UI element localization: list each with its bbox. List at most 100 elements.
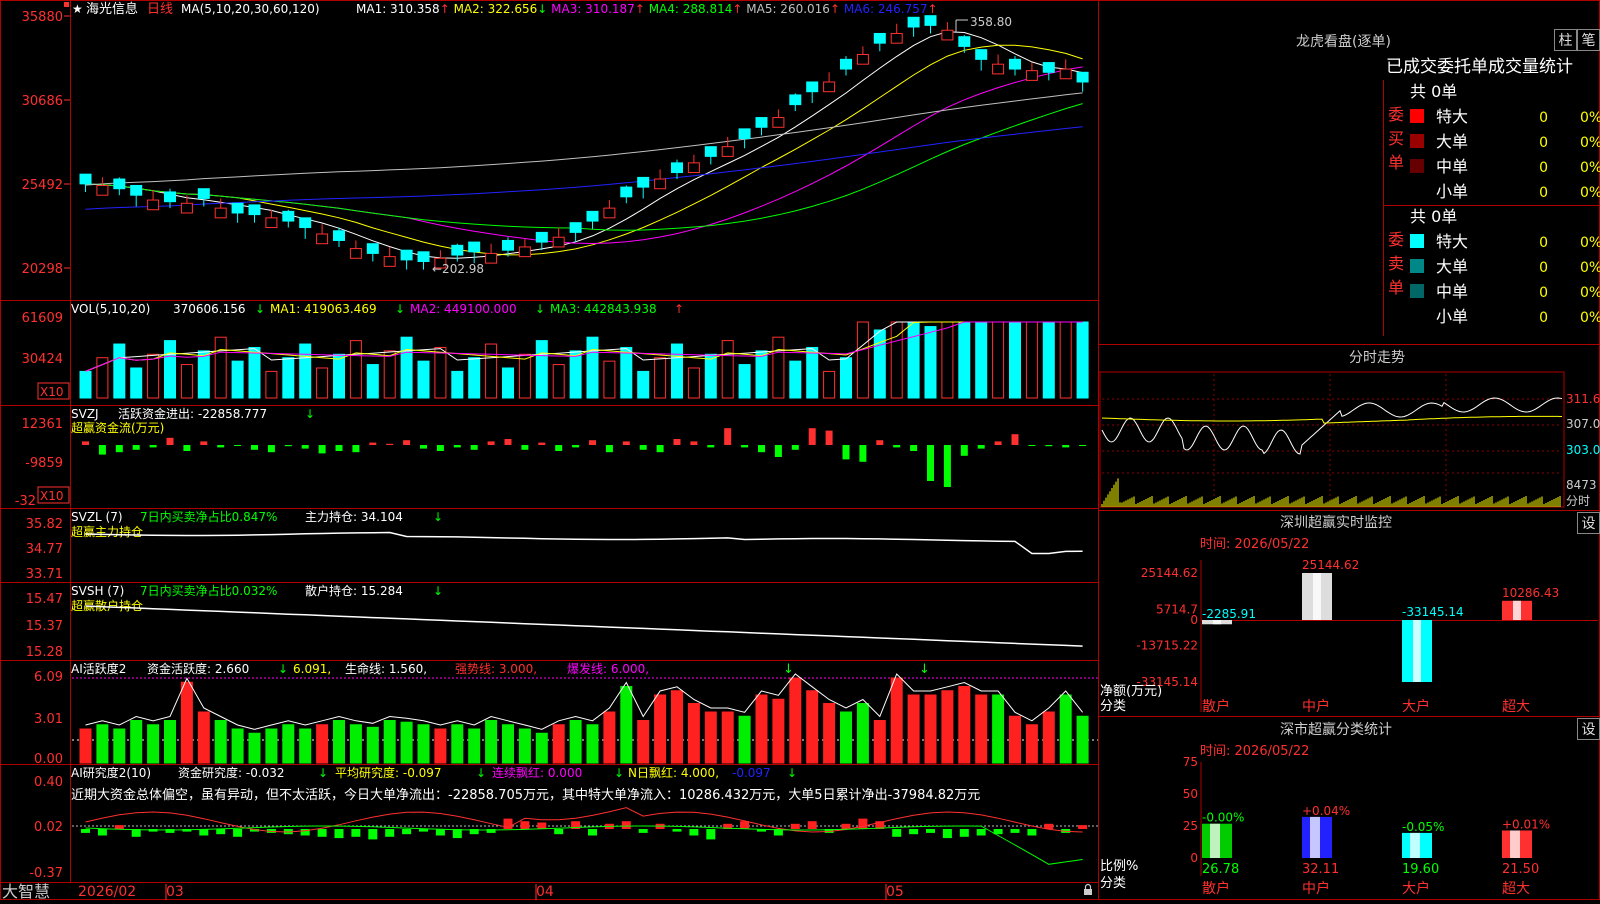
activity-bar bbox=[873, 720, 886, 764]
activity-bar bbox=[907, 694, 920, 764]
flow-bar bbox=[251, 445, 258, 450]
volume-bar bbox=[434, 346, 447, 399]
svzj-unit: X10 bbox=[37, 486, 70, 504]
monitor-value-label: 10286.43 bbox=[1502, 586, 1559, 600]
candle-body bbox=[113, 178, 126, 190]
svg-text:0%: 0% bbox=[1580, 135, 1600, 151]
svg-text:中单: 中单 bbox=[1436, 157, 1468, 176]
chart-svg[interactable]: ★ 海光信息 日线 MA(5,10,20,30,60,120) MA1: 310… bbox=[0, 0, 1600, 901]
vol-y-axis: 61609 30424 bbox=[22, 311, 63, 367]
candle-body bbox=[637, 176, 650, 188]
research-bar bbox=[909, 829, 919, 835]
candle-body bbox=[383, 256, 396, 267]
svg-text:0%: 0% bbox=[1580, 310, 1600, 326]
order-color-swatch bbox=[1410, 184, 1424, 198]
svzj-header: SVZJ 活跃资金进出: -22858.777 ↓ 超赢资金流(万元) bbox=[71, 406, 315, 435]
svzj-sub: 超赢资金流(万元) bbox=[71, 420, 164, 435]
flow-bar bbox=[876, 440, 884, 445]
high-label: 358.80 bbox=[970, 15, 1012, 29]
research-bar bbox=[351, 829, 361, 837]
volume-bar bbox=[637, 370, 650, 399]
y-tick: 61609 bbox=[22, 311, 63, 326]
flow-bar bbox=[82, 441, 89, 445]
activity-bar bbox=[1076, 715, 1089, 764]
candle-body bbox=[654, 178, 667, 190]
research-bar bbox=[1078, 825, 1088, 829]
activity-bar bbox=[299, 728, 312, 764]
ma-line bbox=[85, 126, 1083, 210]
sz-class-panel: 深市超赢分类统计 时间: 2026/05/22 75 50 25 0 -0.00% 26… bbox=[1100, 721, 1550, 897]
svg-text:SVZJ: SVZJ bbox=[71, 407, 99, 421]
candle-body bbox=[873, 32, 886, 44]
flow-bar bbox=[842, 445, 850, 460]
research-bar bbox=[368, 829, 378, 840]
activity-bar bbox=[231, 728, 244, 764]
flow-bar bbox=[673, 439, 681, 445]
svg-text:↓: ↓ bbox=[395, 302, 405, 316]
sz-class-settings-button[interactable]: 设 bbox=[1577, 718, 1600, 740]
flow-bar bbox=[200, 441, 208, 445]
candle-body bbox=[603, 207, 616, 219]
volume-bar bbox=[214, 336, 227, 399]
dragon-title: 龙虎看盘(逐单) bbox=[1296, 33, 1391, 50]
candle-body bbox=[569, 222, 582, 233]
flow-bar bbox=[724, 428, 732, 445]
research-bar bbox=[419, 829, 428, 832]
svg-text:0: 0 bbox=[1539, 135, 1548, 151]
flow-bar bbox=[859, 445, 867, 462]
candle-body bbox=[1025, 70, 1038, 81]
volume-bar bbox=[671, 343, 683, 399]
svzl-label: 主力持仓: 34.104 bbox=[305, 509, 403, 524]
activity-bar bbox=[333, 720, 345, 764]
y-tick: 30686 bbox=[22, 94, 63, 109]
candle-body bbox=[890, 32, 903, 44]
flow-bar bbox=[335, 445, 343, 451]
candle-body bbox=[687, 162, 700, 174]
volume-bar bbox=[620, 346, 633, 399]
svg-text:X10: X10 bbox=[40, 489, 64, 503]
research-bar bbox=[976, 829, 986, 836]
flow-bar bbox=[1079, 445, 1087, 446]
activity-bar bbox=[721, 711, 734, 764]
research-bar bbox=[926, 829, 935, 833]
activity-bar bbox=[958, 686, 971, 764]
sz-monitor-title: 深圳超赢实时监控 bbox=[1280, 514, 1392, 531]
stroke-toggle-button[interactable]: 笔 bbox=[1577, 29, 1600, 51]
activity-bar bbox=[400, 721, 413, 764]
svg-text:↓: ↓ bbox=[919, 662, 930, 677]
activity-bar bbox=[502, 724, 514, 764]
candle-body bbox=[468, 241, 481, 253]
trading-terminal: ★ 海光信息 日线 MA(5,10,20,30,60,120) MA1: 310… bbox=[0, 0, 1600, 901]
volume-bar bbox=[873, 329, 886, 399]
svg-text:0%: 0% bbox=[1580, 185, 1600, 201]
flow-bar bbox=[352, 445, 360, 453]
flow-bar bbox=[774, 445, 782, 457]
ma-lines bbox=[85, 31, 1083, 259]
research-bar bbox=[537, 822, 547, 829]
stock-name: 海光信息 bbox=[86, 1, 138, 17]
candle-body bbox=[366, 243, 379, 254]
volume-bar bbox=[164, 340, 176, 399]
volume-bar bbox=[535, 340, 548, 399]
ai-active-label: 资金活跃度: 2.660 bbox=[147, 661, 249, 676]
candles[interactable] bbox=[79, 15, 1089, 270]
flow-bar bbox=[910, 445, 918, 451]
order-color-swatch bbox=[1410, 159, 1424, 173]
candle-body bbox=[451, 244, 464, 256]
candle-body bbox=[823, 81, 836, 93]
candle-body bbox=[704, 146, 717, 157]
svg-text:SVZL (7): SVZL (7) bbox=[71, 510, 123, 524]
order-color-swatch bbox=[1410, 309, 1424, 323]
svg-text:0%: 0% bbox=[1580, 160, 1600, 176]
svg-text:散户: 散户 bbox=[1202, 698, 1230, 715]
svg-text:3.01: 3.01 bbox=[34, 712, 63, 727]
sz-monitor-settings-button[interactable]: 设 bbox=[1577, 512, 1600, 534]
bar-toggle-button[interactable]: 柱 bbox=[1554, 29, 1577, 51]
flow-bar bbox=[741, 445, 749, 448]
activity-bar bbox=[603, 711, 616, 764]
svg-text:-13715.22: -13715.22 bbox=[1136, 639, 1198, 653]
activity-bar bbox=[1009, 715, 1021, 764]
candle-body bbox=[96, 184, 109, 196]
svg-text:↓: ↓ bbox=[305, 407, 315, 421]
flow-bar bbox=[994, 441, 1002, 445]
